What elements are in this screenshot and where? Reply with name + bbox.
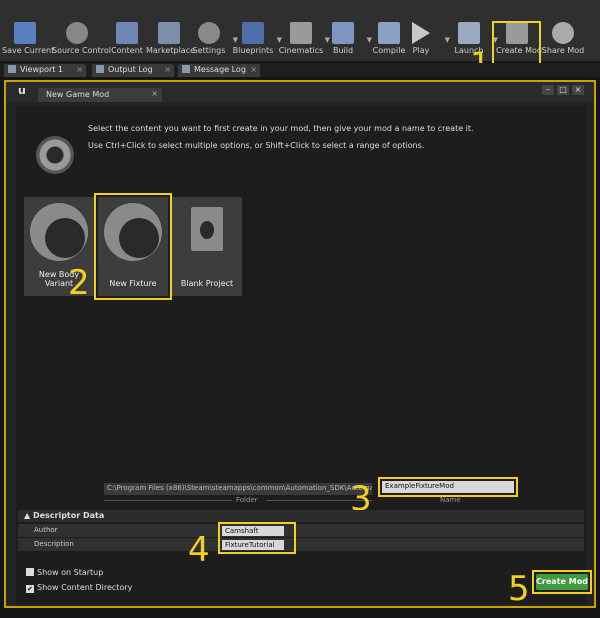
content-button[interactable]: Content xyxy=(104,22,150,62)
create-mod-highlight xyxy=(492,21,541,67)
content-icon xyxy=(116,22,138,44)
tab-message-log[interactable]: Message Log × xyxy=(178,64,260,77)
body-variant-icon xyxy=(30,203,88,261)
settings-icon xyxy=(198,22,220,44)
log-icon xyxy=(96,65,104,73)
share-mod-icon xyxy=(552,22,574,44)
source-control-button[interactable]: Source Control xyxy=(52,22,111,62)
new-game-mod-window: u New Game Mod × – □ × Select the conten… xyxy=(4,80,596,608)
save-icon xyxy=(14,22,36,44)
close-icon[interactable]: × xyxy=(151,89,158,98)
intro-text: Select the content you want to first cre… xyxy=(88,124,474,133)
dialog-titlebar: u New Game Mod × – □ × xyxy=(6,82,594,102)
close-icon[interactable]: × xyxy=(250,65,257,74)
annotation-4: 4 xyxy=(188,530,210,570)
play-icon xyxy=(412,22,430,44)
share-mod-button[interactable]: Share Mod xyxy=(540,22,586,62)
show-content-dir-checkbox[interactable]: ✔ Show Content Directory xyxy=(26,583,132,593)
settings-button[interactable]: Settings ▼ xyxy=(186,22,238,62)
marketplace-icon xyxy=(158,22,180,44)
checkmark-icon: ✔ xyxy=(26,585,34,593)
build-icon xyxy=(332,22,354,44)
close-icon[interactable]: × xyxy=(76,65,83,74)
blueprints-button[interactable]: Blueprints ▼ xyxy=(230,22,282,62)
main-toolbar: Save Current Source Control Content Mark… xyxy=(0,0,600,80)
folder-label: Folder xyxy=(236,496,258,504)
launch-icon xyxy=(458,22,480,44)
build-button[interactable]: Build ▼ xyxy=(320,22,372,62)
tab-viewport[interactable]: Viewport 1 × xyxy=(4,64,86,77)
cinematics-icon xyxy=(290,22,312,44)
save-current-button[interactable]: Save Current xyxy=(2,22,54,62)
mod-name-highlight xyxy=(378,477,518,497)
hint-text: Use Ctrl+Click to select multiple option… xyxy=(88,141,425,150)
compile-icon xyxy=(378,22,400,44)
author-row: Author xyxy=(18,524,584,537)
cinematics-button[interactable]: Cinematics ▼ xyxy=(278,22,330,62)
minimize-button[interactable]: – xyxy=(542,85,554,95)
fixture-highlight xyxy=(94,193,172,300)
play-button[interactable]: Play ▼ xyxy=(398,22,450,62)
create-button-highlight xyxy=(532,570,592,594)
editor-tabs: Viewport 1 × Output Log × Message Log × xyxy=(0,63,600,77)
viewport-icon xyxy=(8,65,16,73)
tab-output-log[interactable]: Output Log × xyxy=(92,64,174,77)
descriptor-highlight xyxy=(218,522,296,554)
option-blank-project[interactable]: Blank Project xyxy=(172,197,242,296)
show-on-startup-checkbox[interactable]: Show on Startup xyxy=(26,568,103,577)
document-icon xyxy=(191,207,223,251)
log-icon xyxy=(182,65,190,73)
close-icon[interactable]: × xyxy=(164,65,171,74)
tab-new-game-mod[interactable]: New Game Mod × xyxy=(38,88,162,102)
close-window-button[interactable]: × xyxy=(572,85,584,95)
blueprints-icon xyxy=(242,22,264,44)
mod-logo-icon xyxy=(36,136,74,174)
folder-path-field[interactable]: C:\Program Files (x86)\Steam\steamapps\c… xyxy=(104,483,372,495)
descriptor-data-header[interactable]: ▲ Descriptor Data xyxy=(18,510,584,522)
name-label: Name xyxy=(440,496,461,504)
annotation-2: 2 xyxy=(68,263,90,303)
unreal-logo-icon: u xyxy=(18,84,26,97)
source-control-icon xyxy=(66,22,88,44)
maximize-button[interactable]: □ xyxy=(557,85,569,95)
description-row: Description xyxy=(18,538,584,551)
annotation-5: 5 xyxy=(508,569,530,609)
dialog-body: Select the content you want to first cre… xyxy=(16,106,592,609)
